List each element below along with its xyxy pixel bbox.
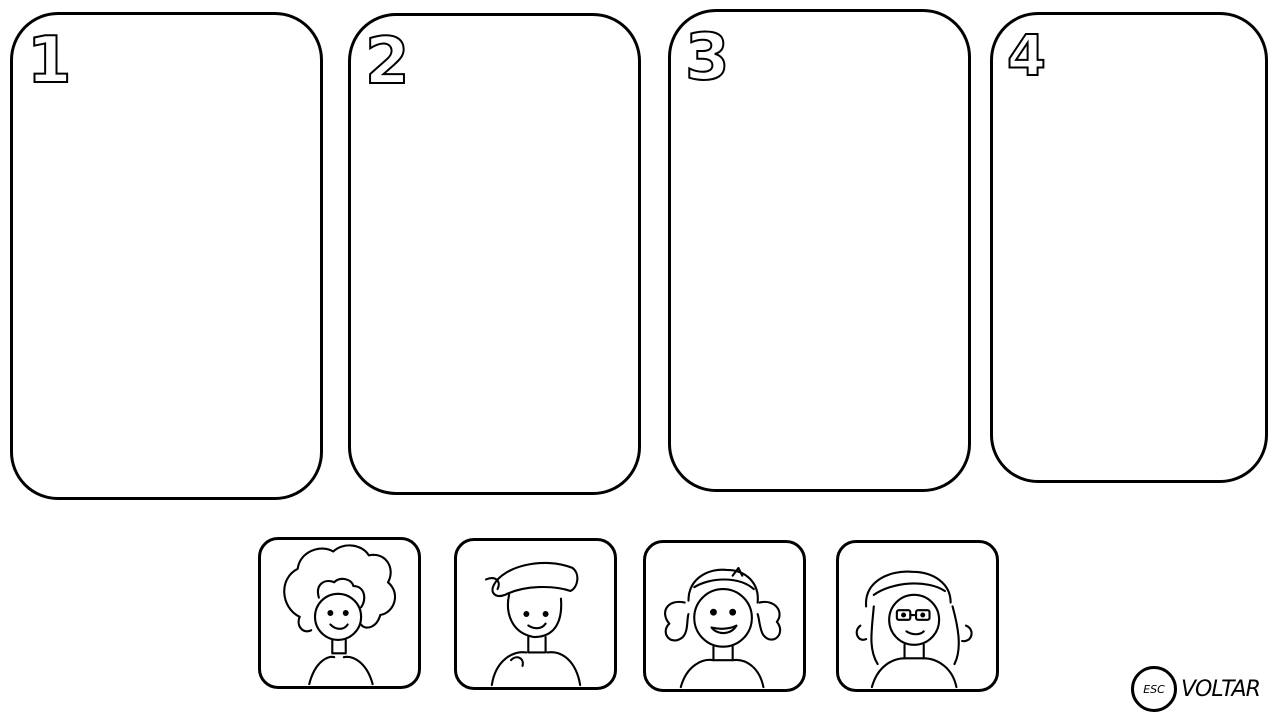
glasses-character-icon <box>855 570 973 689</box>
slot-number-1: 1 <box>26 24 73 98</box>
character-portrait-2[interactable] <box>454 538 617 690</box>
back-button[interactable]: ESC VOLTAR <box>1131 664 1261 714</box>
character-portrait-3[interactable] <box>643 540 806 692</box>
player-slot-3[interactable]: 3 <box>668 9 971 492</box>
character-portrait-4[interactable] <box>836 540 999 692</box>
slot-number-4: 4 <box>1006 24 1047 89</box>
slot-number-3: 3 <box>684 21 731 95</box>
cap-character-icon <box>484 561 582 687</box>
back-label: VOLTAR <box>1181 676 1261 702</box>
esc-key-icon: ESC <box>1131 666 1177 712</box>
curly-hair-character-icon <box>283 544 397 686</box>
player-slot-2[interactable]: 2 <box>348 13 641 495</box>
player-slot-4[interactable]: 4 <box>990 12 1268 483</box>
slot-number-2: 2 <box>364 25 411 99</box>
player-slot-1[interactable]: 1 <box>10 12 323 500</box>
pigtails-character-icon <box>664 566 782 689</box>
character-portrait-1[interactable] <box>258 537 421 689</box>
